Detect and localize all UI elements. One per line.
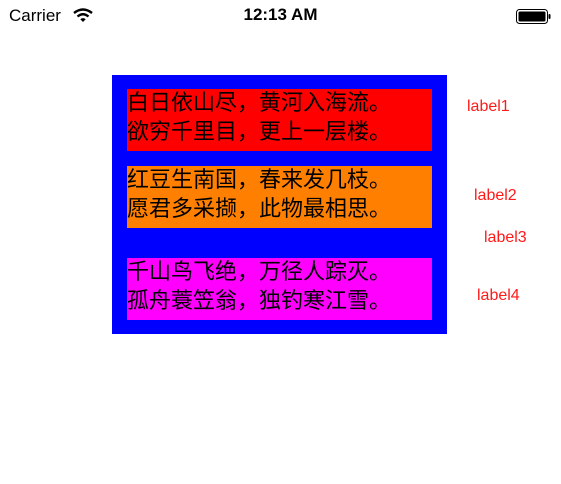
label1-poem: 白日依山尽，黄河入海流。 欲穷千里目，更上一层楼。 (127, 89, 432, 151)
poem-line: 欲穷千里目，更上一层楼。 (127, 120, 392, 145)
poem-line: 白日依山尽，黄河入海流。 (127, 91, 392, 116)
side-label-2: label2 (474, 187, 517, 204)
poem-line: 红豆生南国，春来发几枝。 (127, 168, 392, 193)
side-label-3: label3 (484, 229, 527, 246)
poem-line: 千山鸟飞绝，万径人踪灭。 (127, 260, 392, 285)
label4-poem: 千山鸟飞绝，万径人踪灭。 孤舟蓑笠翁，独钓寒江雪。 (127, 258, 432, 320)
status-bar: Carrier 12:13 AM (0, 0, 561, 32)
label2-poem: 红豆生南国，春来发几枝。 愿君多采撷，此物最相思。 (127, 166, 432, 228)
status-time: 12:13 AM (243, 5, 318, 24)
poem-line: 孤舟蓑笠翁，独钓寒江雪。 (127, 289, 392, 314)
battery-icon (516, 9, 551, 24)
side-label-1: label1 (467, 98, 510, 115)
side-label-4: label4 (477, 287, 520, 304)
poem-line: 愿君多采撷，此物最相思。 (127, 197, 392, 222)
